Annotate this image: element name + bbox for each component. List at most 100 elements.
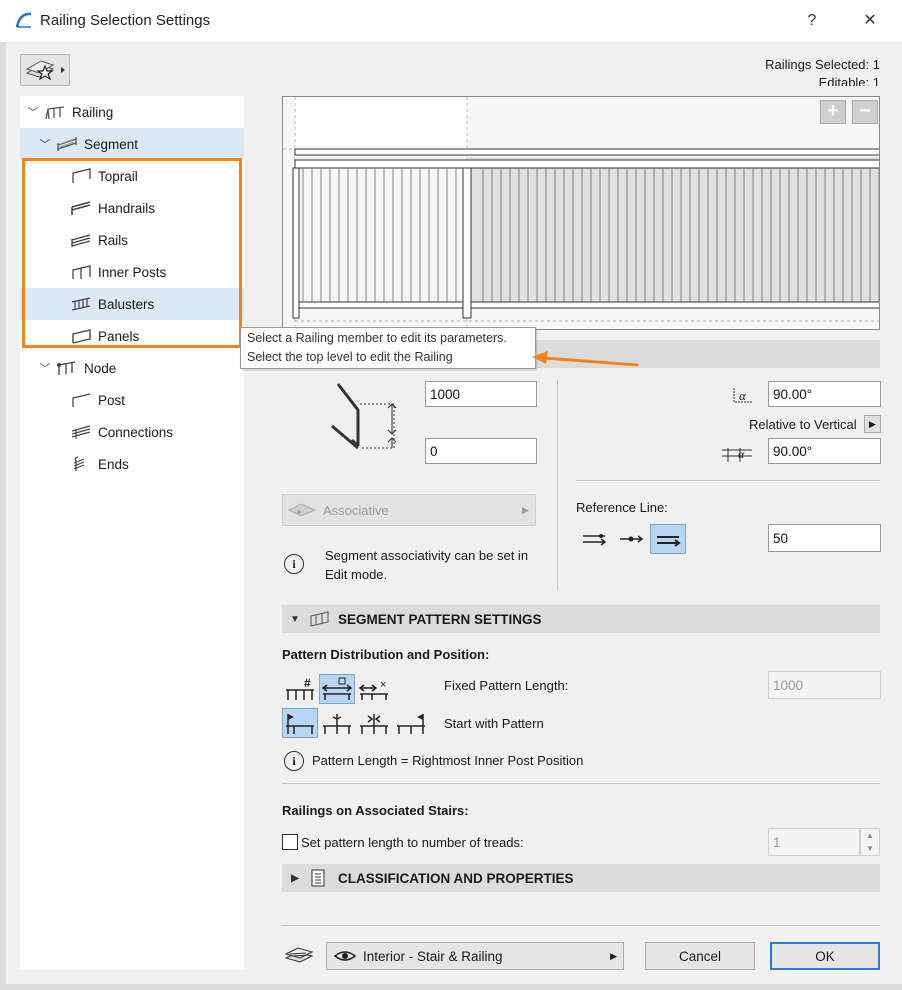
associativity-info: Segment associativity can be set in Edit… <box>325 546 528 584</box>
chevron-down-icon[interactable]: ﹀ <box>38 136 52 152</box>
treads-checkbox[interactable] <box>282 834 298 850</box>
window-edge-bottom <box>0 984 902 990</box>
tree-label-post: Post <box>98 392 126 408</box>
vertical-divider <box>557 380 558 590</box>
document-icon <box>311 869 325 887</box>
associativity-info-line-1: Segment associativity can be set in <box>325 548 529 563</box>
pattern-fixed-length-icon <box>321 677 353 700</box>
start-both-button[interactable] <box>356 708 392 738</box>
tree-item-node[interactable]: ﹀ Node <box>20 352 244 384</box>
zoom-in-button[interactable]: + <box>820 100 846 124</box>
associative-button[interactable]: Associative ▶ <box>282 494 536 526</box>
close-button[interactable]: ✕ <box>858 10 882 32</box>
start-both-icon <box>360 714 388 734</box>
associative-icon <box>287 503 317 517</box>
treads-checkbox-label: Set pattern length to number of treads: <box>301 835 524 850</box>
tooltip: Select a Railing member to edit its para… <box>240 327 536 369</box>
cancel-button[interactable]: Cancel <box>645 942 755 970</box>
associativity-info-line-2: Edit mode. <box>325 567 388 582</box>
pattern-fixed-length-button[interactable] <box>319 674 355 704</box>
dropdown-arrow-icon: ▶ <box>610 950 617 961</box>
railing-offset-input[interactable] <box>425 438 537 464</box>
railing-height-input[interactable] <box>425 381 537 407</box>
chevron-down-icon[interactable]: ﹀ <box>38 360 52 376</box>
svg-text:α: α <box>738 447 745 461</box>
chevron-down-icon[interactable]: ﹀ <box>26 104 40 120</box>
associative-arrow-icon: ▶ <box>522 504 529 515</box>
favorites-star-icon <box>25 60 65 81</box>
tooltip-line-2: Select the top level to edit the Railing <box>247 350 453 364</box>
pattern-free-button[interactable]: × <box>356 674 392 704</box>
start-left-icon <box>286 714 314 734</box>
railings-selected-count: Railings Selected: 1 <box>765 57 880 72</box>
fixed-pattern-length-label: Fixed Pattern Length: <box>444 678 569 693</box>
railing-preview-drawing <box>283 97 879 329</box>
classification-section-header[interactable]: ▶ CLASSIFICATION AND PROPERTIES <box>282 864 880 892</box>
divider <box>282 783 880 784</box>
pattern-free-icon: × <box>358 679 388 700</box>
railing-preview <box>282 96 880 330</box>
reference-center-icon <box>620 535 644 543</box>
reference-line-left-button[interactable] <box>576 524 612 554</box>
start-with-pattern-label: Start with Pattern <box>444 716 544 731</box>
tree-label-node: Node <box>84 360 117 376</box>
reference-line-label: Reference Line: <box>576 500 668 515</box>
pattern-section-title: SEGMENT PATTERN SETTINGS <box>338 611 542 627</box>
slant-angle-icon: α <box>722 447 752 462</box>
treads-count-input[interactable] <box>768 828 860 856</box>
pattern-count-button[interactable]: # <box>282 674 318 704</box>
vertical-angle-input[interactable] <box>768 381 881 407</box>
svg-text:α: α <box>739 388 747 403</box>
relative-dropdown-arrow-icon[interactable]: ▶ <box>864 415 881 433</box>
pattern-section-header[interactable]: ▼ SEGMENT PATTERN SETTINGS <box>282 605 880 633</box>
slant-angle-input[interactable] <box>768 438 881 464</box>
reference-line-center-button[interactable] <box>613 524 649 554</box>
pattern-count-icon: # <box>286 676 314 700</box>
pattern-section-icon <box>310 611 329 627</box>
railing-icon <box>45 106 65 120</box>
tree-label-ends: Ends <box>98 456 129 472</box>
archicad-app-icon <box>14 10 34 30</box>
angle-icon: α <box>733 388 752 403</box>
reference-line-right-button[interactable] <box>650 524 686 554</box>
zoom-out-button[interactable]: − <box>852 100 878 124</box>
reference-right-icon <box>657 536 681 547</box>
start-right-button[interactable] <box>393 708 429 738</box>
right-divider <box>576 480 880 481</box>
post-icon <box>72 393 91 407</box>
ok-button[interactable]: OK <box>770 942 880 970</box>
start-center-button[interactable] <box>319 708 355 738</box>
favorites-button[interactable] <box>20 54 70 86</box>
classification-section-title: CLASSIFICATION AND PROPERTIES <box>338 870 574 886</box>
connections-icon <box>71 425 91 439</box>
pattern-length-info: Pattern Length = Rightmost Inner Post Po… <box>312 753 584 768</box>
tree-item-connections[interactable]: Connections <box>20 416 244 448</box>
tree-item-ends[interactable]: Ends <box>20 448 244 480</box>
tree-item-railing[interactable]: ﹀ Railing <box>20 96 244 128</box>
treads-stepper[interactable]: ▲ ▼ <box>860 828 880 856</box>
collapse-arrow-icon: ▼ <box>290 613 300 625</box>
tree-item-post[interactable]: Post <box>20 384 244 416</box>
layer-stack-icon <box>284 947 314 963</box>
tree-item-segment[interactable]: ﹀ Segment <box>20 128 244 160</box>
pattern-distribution-label: Pattern Distribution and Position: <box>282 647 490 662</box>
svg-text:#: # <box>304 676 311 690</box>
info-icon: i <box>284 554 304 574</box>
window-edge <box>0 42 6 990</box>
start-center-icon <box>323 714 351 734</box>
associated-stairs-label: Railings on Associated Stairs: <box>282 803 469 818</box>
info-icon: i <box>284 751 304 771</box>
footer-divider <box>282 925 880 926</box>
orange-arrow-icon <box>532 351 639 367</box>
reference-left-icon <box>583 534 607 546</box>
selection-info: Railings Selected: 1 Editable: 1 <box>765 56 880 86</box>
tree-label-connections: Connections <box>98 424 174 440</box>
highlight-box <box>22 158 242 348</box>
expand-arrow-icon: ▶ <box>291 872 299 884</box>
tree-label-railing: Railing <box>72 104 114 120</box>
help-button[interactable]: ? <box>800 10 824 32</box>
layer-favorite-dropdown[interactable]: Interior - Stair & Railing ▶ <box>326 942 624 970</box>
start-with-pattern-button[interactable] <box>282 708 318 738</box>
fixed-pattern-length-input[interactable] <box>768 671 881 699</box>
reference-offset-input[interactable] <box>768 524 881 552</box>
